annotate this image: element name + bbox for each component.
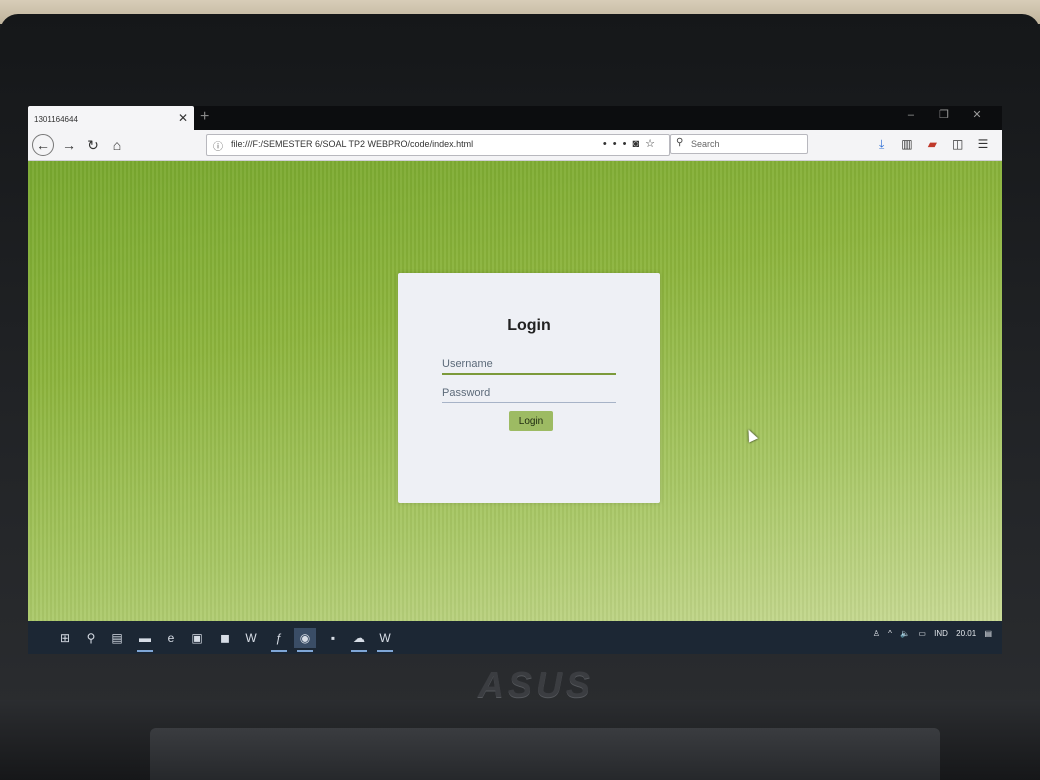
new-tab-icon[interactable]: +: [200, 108, 209, 126]
volume-icon[interactable]: 🔈: [900, 629, 910, 638]
cloud-app-icon[interactable]: ☁: [348, 628, 370, 652]
word-icon[interactable]: W: [240, 628, 262, 648]
url-text[interactable]: file:///F:/SEMESTER 6/SOAL TP2 WEBPRO/co…: [231, 139, 473, 149]
search-placeholder: Search: [691, 139, 720, 149]
firefox-icon[interactable]: ◉: [294, 628, 316, 652]
sidebar-icon[interactable]: ◫: [947, 137, 969, 151]
url-actions: •••◙☆: [603, 137, 661, 150]
edge-icon[interactable]: e: [160, 628, 182, 648]
page-content: Login Login: [28, 161, 1002, 621]
page-info-icon[interactable]: ⓘ: [213, 138, 223, 153]
close-window-icon[interactable]: ✕: [962, 108, 992, 121]
login-title: Login: [507, 317, 551, 334]
library-icon[interactable]: ▥: [896, 137, 918, 151]
browser-tab[interactable]: 1301164644 ✕: [28, 106, 194, 130]
reload-icon[interactable]: ↻: [82, 134, 104, 156]
tab-strip: 1301164644 ✕ + – ❐ ✕: [28, 106, 1002, 130]
file-explorer-icon[interactable]: ▬: [134, 628, 156, 652]
store-icon[interactable]: ▣: [186, 628, 208, 648]
flash-icon[interactable]: ƒ: [268, 628, 290, 652]
page-actions-icon[interactable]: •••: [603, 138, 633, 150]
window-controls: – ❐ ✕: [896, 108, 992, 121]
pocket-icon[interactable]: ◙: [632, 138, 645, 150]
laptop-brand-logo: ASUS: [478, 664, 595, 705]
battery-icon[interactable]: ▭: [918, 629, 926, 638]
word-doc-icon[interactable]: W: [374, 628, 396, 652]
windows-start-icon[interactable]: ⊞: [54, 628, 76, 648]
taskbar-search-icon[interactable]: ⚲: [80, 628, 102, 648]
sticky-notes-icon[interactable]: ▪: [322, 628, 344, 648]
home-icon[interactable]: ⌂: [106, 134, 128, 156]
taskbar: ⊞ ⚲ ▤ ▬ e ▣ ◼ W ƒ ◉ ▪ ☁ W ♙ ^ 🔈 ▭ IND 20…: [28, 621, 1002, 654]
screenshot-icon[interactable]: ▰: [921, 137, 943, 151]
system-tray: ♙ ^ 🔈 ▭ IND 20.01 ▤: [867, 629, 992, 638]
show-hidden-icon[interactable]: ^: [888, 629, 892, 638]
login-card: Login Login: [398, 273, 660, 503]
task-view-icon[interactable]: ▤: [106, 628, 128, 648]
password-field[interactable]: [442, 384, 616, 403]
language-indicator[interactable]: IND: [934, 629, 948, 638]
search-icon: ⚲: [676, 137, 684, 148]
menu-icon[interactable]: ☰: [972, 137, 994, 151]
clock[interactable]: 20.01: [956, 629, 976, 638]
notifications-icon[interactable]: ▤: [984, 629, 992, 638]
laptop-hinge: [150, 728, 940, 780]
bookmark-star-icon[interactable]: ☆: [645, 138, 661, 150]
restore-icon[interactable]: ❐: [929, 108, 959, 121]
download-icon[interactable]: ⤓: [871, 137, 893, 152]
forward-icon[interactable]: →: [58, 134, 80, 156]
tab-title: 1301164644: [34, 115, 78, 124]
close-tab-icon[interactable]: ✕: [178, 111, 188, 125]
username-field[interactable]: [442, 355, 616, 375]
search-bar[interactable]: ⚲ Search: [670, 134, 808, 154]
app-icon[interactable]: ◼: [214, 628, 236, 648]
screen: 1301164644 ✕ + – ❐ ✕ ← → ↻ ⌂ ⓘ file:///F…: [28, 106, 1002, 654]
toolbar-icons: ⤓ ▥ ▰ ◫ ☰: [871, 137, 994, 152]
minimize-icon[interactable]: –: [896, 109, 926, 121]
login-button[interactable]: Login: [509, 411, 553, 431]
navigation-bar: ← → ↻ ⌂ ⓘ file:///F:/SEMESTER 6/SOAL TP2…: [28, 130, 1002, 161]
url-bar[interactable]: ⓘ file:///F:/SEMESTER 6/SOAL TP2 WEBPRO/…: [206, 134, 670, 156]
back-icon[interactable]: ←: [32, 134, 54, 156]
people-icon[interactable]: ♙: [873, 629, 880, 638]
mouse-cursor-icon: [743, 427, 759, 443]
